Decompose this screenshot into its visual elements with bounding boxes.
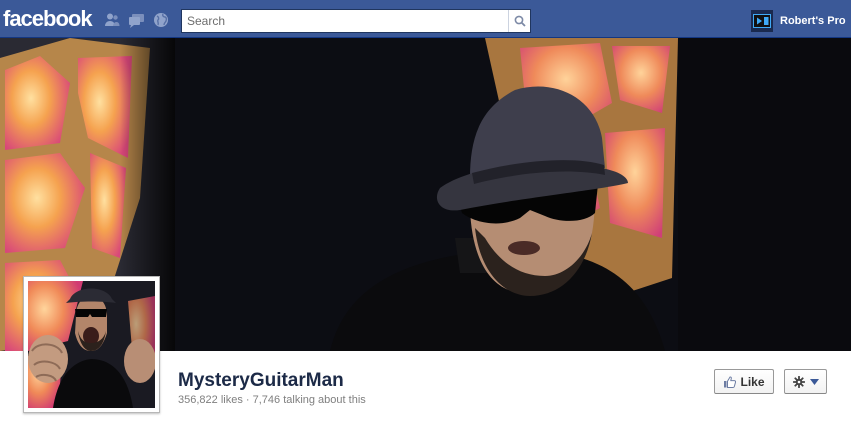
page-title[interactable]: MysteryGuitarMan — [178, 370, 344, 392]
like-button-label: Like — [740, 374, 765, 389]
search-input[interactable] — [182, 10, 508, 32]
like-button[interactable]: Like — [714, 369, 774, 394]
search-icon — [514, 15, 526, 27]
search-button[interactable] — [508, 10, 530, 32]
facebook-logo[interactable]: facebook — [3, 6, 93, 32]
stats-separator: · — [245, 394, 250, 406]
chevron-down-icon — [809, 378, 819, 385]
notifications-globe-icon[interactable] — [152, 11, 170, 29]
profile-name: Robert's Pro — [780, 15, 846, 27]
profile-picture[interactable] — [23, 276, 160, 413]
profile-link[interactable]: Robert's Pro — [751, 10, 846, 32]
likes-count[interactable]: 356,822 likes — [178, 394, 243, 406]
video-page-icon — [753, 14, 771, 28]
top-bar: facebook Search Robert's Pro — [0, 0, 851, 38]
profile-photo-image — [28, 281, 155, 408]
friend-requests-icon[interactable] — [103, 11, 121, 29]
gear-icon — [792, 375, 805, 388]
page-settings-dropdown[interactable] — [784, 369, 827, 394]
profile-thumbnail — [751, 10, 773, 32]
page-stats: 356,822 likes · 7,746 talking about this — [178, 394, 366, 406]
messages-icon[interactable] — [127, 11, 145, 29]
search-box — [181, 9, 531, 33]
thumbs-up-icon — [724, 375, 737, 388]
talking-about-count[interactable]: 7,746 talking about this — [253, 394, 366, 406]
